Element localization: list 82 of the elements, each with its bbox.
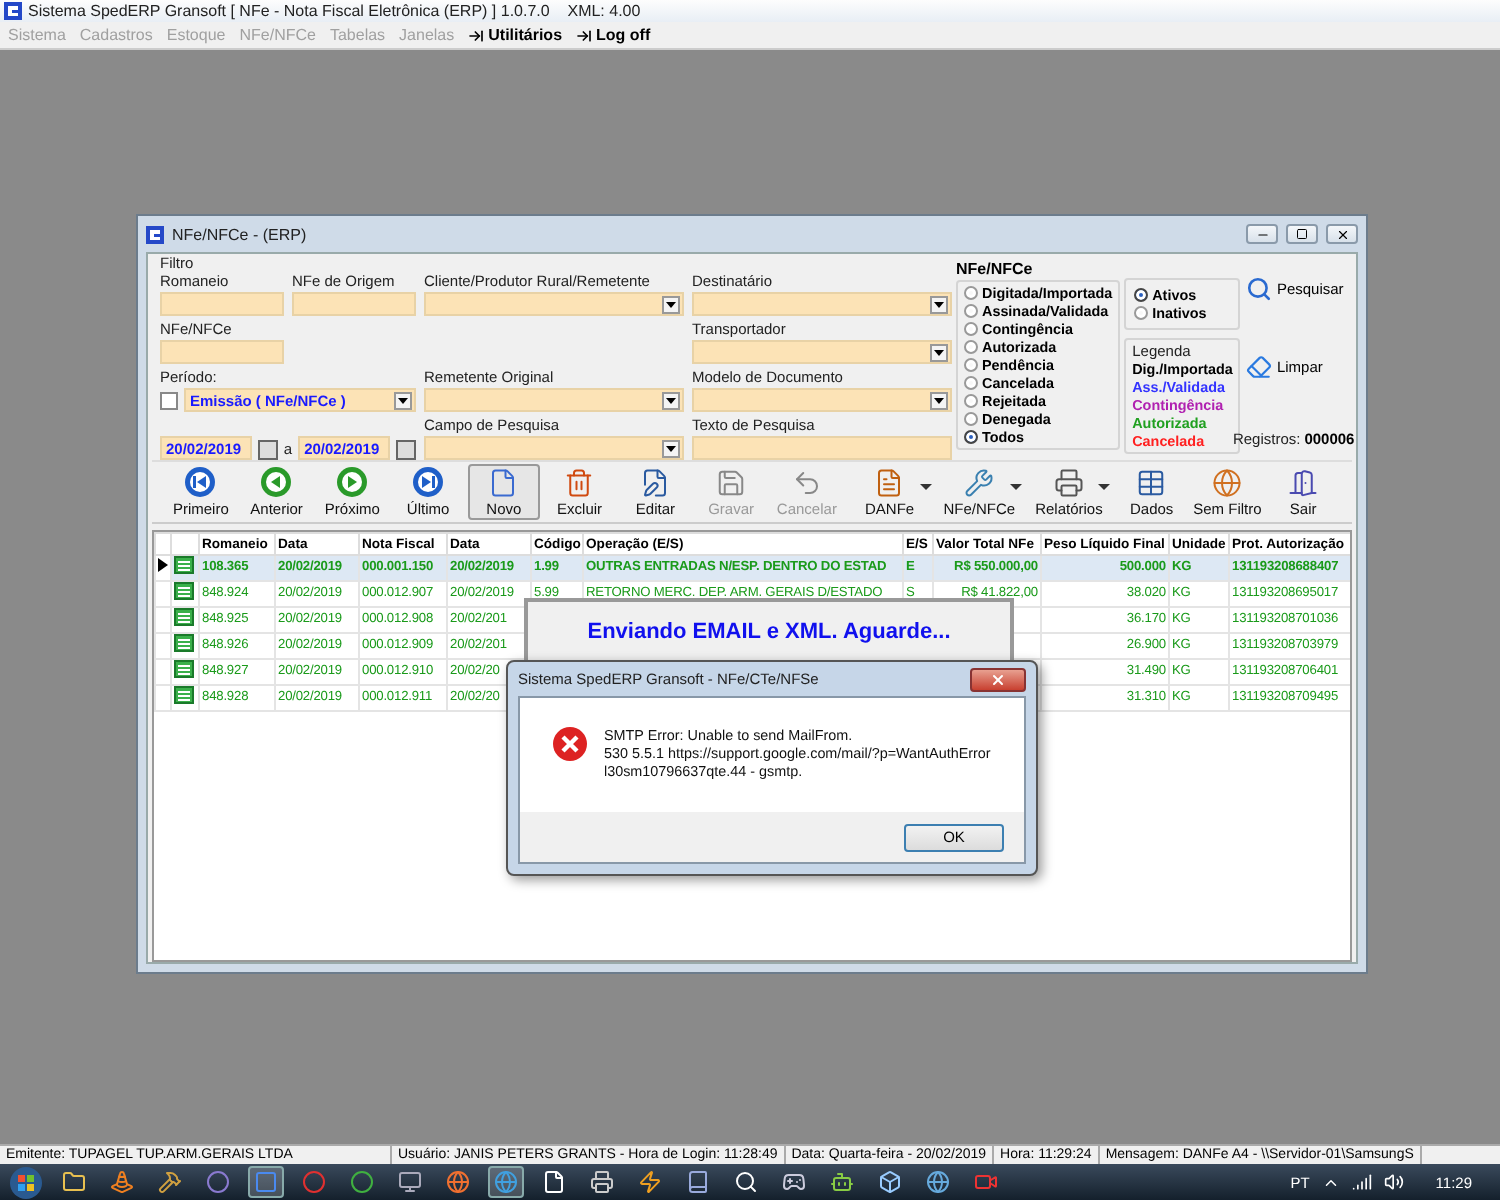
checkbox[interactable]: [160, 392, 178, 410]
combo-field[interactable]: [692, 292, 952, 316]
hammer-icon: [158, 1170, 182, 1194]
row-pointer-icon: [158, 558, 168, 572]
combo-field[interactable]: [424, 292, 684, 316]
close-button[interactable]: [970, 667, 1026, 691]
menu-item[interactable]: Log off: [576, 26, 651, 44]
edit-icon: [640, 467, 671, 497]
maximize-icon: [1296, 228, 1308, 240]
monitor-icon: [398, 1170, 422, 1194]
globe-icon: [494, 1170, 518, 1194]
robot-icon: [830, 1170, 854, 1194]
close-icon: [1335, 227, 1349, 241]
document-icon: [488, 467, 519, 497]
door-icon: [1288, 467, 1319, 497]
signal-icon[interactable]: [1351, 1172, 1372, 1192]
arrow-icon: [576, 27, 593, 43]
report-icon: [874, 467, 905, 497]
next-icon: [336, 466, 369, 498]
printer-icon: [590, 1170, 614, 1194]
eraser-icon: [1246, 354, 1273, 380]
progress-message: Enviando EMAIL e XML. Aguarde...: [587, 619, 951, 643]
undo-icon: [791, 467, 822, 497]
text-field[interactable]: [160, 292, 284, 316]
arrow-icon: [468, 27, 485, 43]
window-title: Sistema SpedERP Gransoft [ NFe - Nota Fiscal Eletrônica (ERP) ] 1.0.7.0 XML: 4.00: [28, 2, 641, 20]
dropdown-arrow-icon[interactable]: [662, 439, 680, 457]
dropdown-arrow-icon[interactable]: [930, 343, 948, 361]
search-icon: [734, 1170, 758, 1194]
app-logo-icon: [4, 2, 22, 20]
text-field[interactable]: [292, 292, 416, 316]
close-button[interactable]: [1326, 224, 1358, 244]
file-icon: [542, 1170, 566, 1194]
cone-icon: [110, 1170, 134, 1194]
globe-icon: [926, 1170, 950, 1194]
app-window-icon: [254, 1170, 278, 1194]
start-button[interactable]: [8, 1165, 44, 1199]
volume-icon[interactable]: [1383, 1172, 1404, 1192]
text-field[interactable]: [160, 340, 284, 364]
box-icon: [878, 1170, 902, 1194]
circle-icon: [206, 1170, 230, 1194]
circle-icon: [302, 1170, 326, 1194]
combo-field[interactable]: [692, 340, 952, 364]
last-record-icon: [412, 466, 445, 498]
text-field[interactable]: [692, 436, 952, 460]
dropdown-arrow-icon[interactable]: [930, 295, 948, 313]
combo-field[interactable]: [692, 388, 952, 412]
combo-field[interactable]: [424, 388, 684, 412]
minimize-button[interactable]: [1246, 224, 1278, 244]
caret-icon: [1098, 484, 1111, 490]
zap-icon: [638, 1170, 662, 1194]
close-icon: [990, 671, 1006, 687]
calendar-icon[interactable]: [257, 439, 278, 459]
circle-icon: [350, 1170, 374, 1194]
globe-icon: [1212, 467, 1243, 497]
video-icon: [974, 1170, 998, 1194]
gamepad-icon: [782, 1170, 806, 1194]
wrench-icon: [964, 467, 995, 497]
table-icon: [1136, 467, 1167, 497]
maximize-button[interactable]: [1286, 224, 1318, 244]
group-title: NFe/NFCe: [956, 260, 1035, 280]
caret-icon: [919, 484, 932, 490]
printer-icon: [1053, 467, 1084, 497]
first-record-icon: [184, 466, 217, 498]
caret-icon: [1009, 484, 1022, 490]
search-icon: [1246, 276, 1273, 302]
dropdown-arrow-icon[interactable]: [662, 295, 680, 313]
dropdown-arrow-icon[interactable]: [930, 391, 948, 409]
save-icon: [716, 467, 747, 497]
calendar-icon[interactable]: [395, 439, 416, 459]
menu-item[interactable]: Utilitários: [468, 26, 563, 44]
window-title: NFe/NFCe - (ERP): [172, 225, 309, 243]
dropdown-arrow-icon[interactable]: [394, 391, 412, 409]
delete-icon: [564, 467, 595, 497]
folder-icon: [62, 1170, 86, 1194]
error-icon: [552, 726, 588, 762]
book-icon: [686, 1170, 710, 1194]
combo-field[interactable]: [424, 436, 684, 460]
previous-icon: [260, 466, 293, 498]
dropdown-arrow-icon[interactable]: [662, 391, 680, 409]
app-logo-icon: [146, 225, 164, 243]
globe-icon: [446, 1170, 470, 1194]
